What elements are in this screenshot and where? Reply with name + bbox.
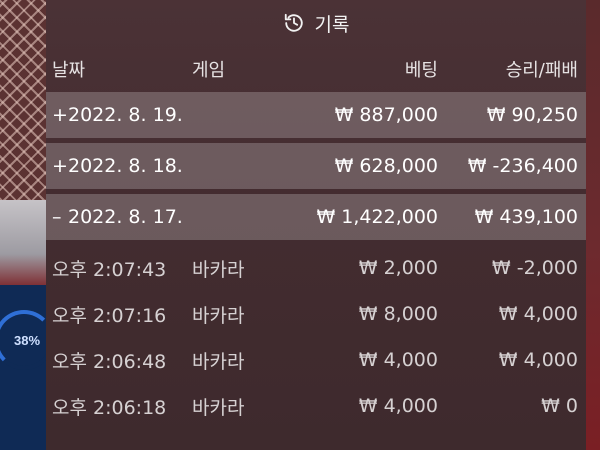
day-date-cell: +2022. 8. 19.: [46, 104, 292, 126]
detail-row: 오후 2:07:16 바카라 ₩ 8,000 ₩ 4,000: [46, 291, 586, 337]
detail-bet: ₩ 2,000: [358, 257, 438, 279]
detail-result: ₩ 4,000: [498, 349, 578, 371]
column-header-bet: 베팅: [404, 60, 438, 81]
detail-row: 오후 2:07:43 바카라 ₩ 2,000 ₩ -2,000: [46, 245, 586, 291]
detail-game: 바카라: [192, 304, 245, 327]
expand-toggle-icon: +: [52, 104, 68, 126]
day-result: ₩ -236,400: [467, 155, 578, 177]
history-panel: 기록 날짜 게임 베팅 승리/패배 +2022. 8. 19. ₩ 887,00…: [46, 0, 586, 450]
day-date: 2022. 8. 18.: [68, 155, 183, 177]
day-bet: ₩ 887,000: [334, 104, 438, 126]
history-icon: [283, 12, 305, 34]
day-date-cell: –2022. 8. 17.: [46, 206, 292, 228]
day-bet: ₩ 1,422,000: [316, 206, 438, 228]
detail-result: ₩ 4,000: [498, 303, 578, 325]
column-header-game: 게임: [192, 60, 226, 81]
day-bet: ₩ 628,000: [334, 155, 438, 177]
panel-header: 기록: [46, 0, 586, 46]
detail-game: 바카라: [192, 258, 245, 281]
day-result: ₩ 439,100: [474, 206, 578, 228]
day-date: 2022. 8. 17.: [68, 206, 183, 228]
day-row[interactable]: +2022. 8. 19. ₩ 887,000 ₩ 90,250: [46, 92, 586, 138]
day-row[interactable]: –2022. 8. 17. ₩ 1,422,000 ₩ 439,100: [46, 194, 586, 240]
detail-result: ₩ 0: [541, 395, 578, 417]
day-row[interactable]: +2022. 8. 18. ₩ 628,000 ₩ -236,400: [46, 143, 586, 189]
detail-time: 오후 2:07:16: [52, 304, 167, 327]
column-header-date: 날짜: [52, 60, 86, 81]
detail-bet: ₩ 4,000: [358, 395, 438, 417]
detail-game: 바카라: [192, 396, 245, 419]
detail-time: 오후 2:06:18: [52, 396, 167, 419]
detail-game: 바카라: [192, 350, 245, 373]
panel-title: 기록: [314, 13, 350, 36]
detail-time: 오후 2:07:43: [52, 258, 167, 281]
day-date-cell: +2022. 8. 18.: [46, 155, 292, 177]
expand-toggle-icon: +: [52, 155, 68, 177]
detail-row: 오후 2:06:18 바카라 ₩ 4,000 ₩ 0: [46, 383, 586, 429]
detail-bet: ₩ 8,000: [358, 303, 438, 325]
table-edge: [0, 200, 48, 290]
column-header-result: 승리/패배: [505, 60, 578, 81]
column-header-row: 날짜 게임 베팅 승리/패배: [46, 46, 586, 92]
detail-bet: ₩ 4,000: [358, 349, 438, 371]
day-result: ₩ 90,250: [486, 104, 578, 126]
day-date: 2022. 8. 19.: [68, 104, 183, 126]
detail-result: ₩ -2,000: [491, 257, 578, 279]
detail-row: 오후 2:06:48 바카라 ₩ 4,000 ₩ 4,000: [46, 337, 586, 383]
lattice-decoration: [0, 0, 48, 200]
detail-time: 오후 2:06:48: [52, 350, 167, 373]
progress-label: 38%: [14, 333, 41, 348]
collapse-toggle-icon: –: [52, 206, 62, 228]
